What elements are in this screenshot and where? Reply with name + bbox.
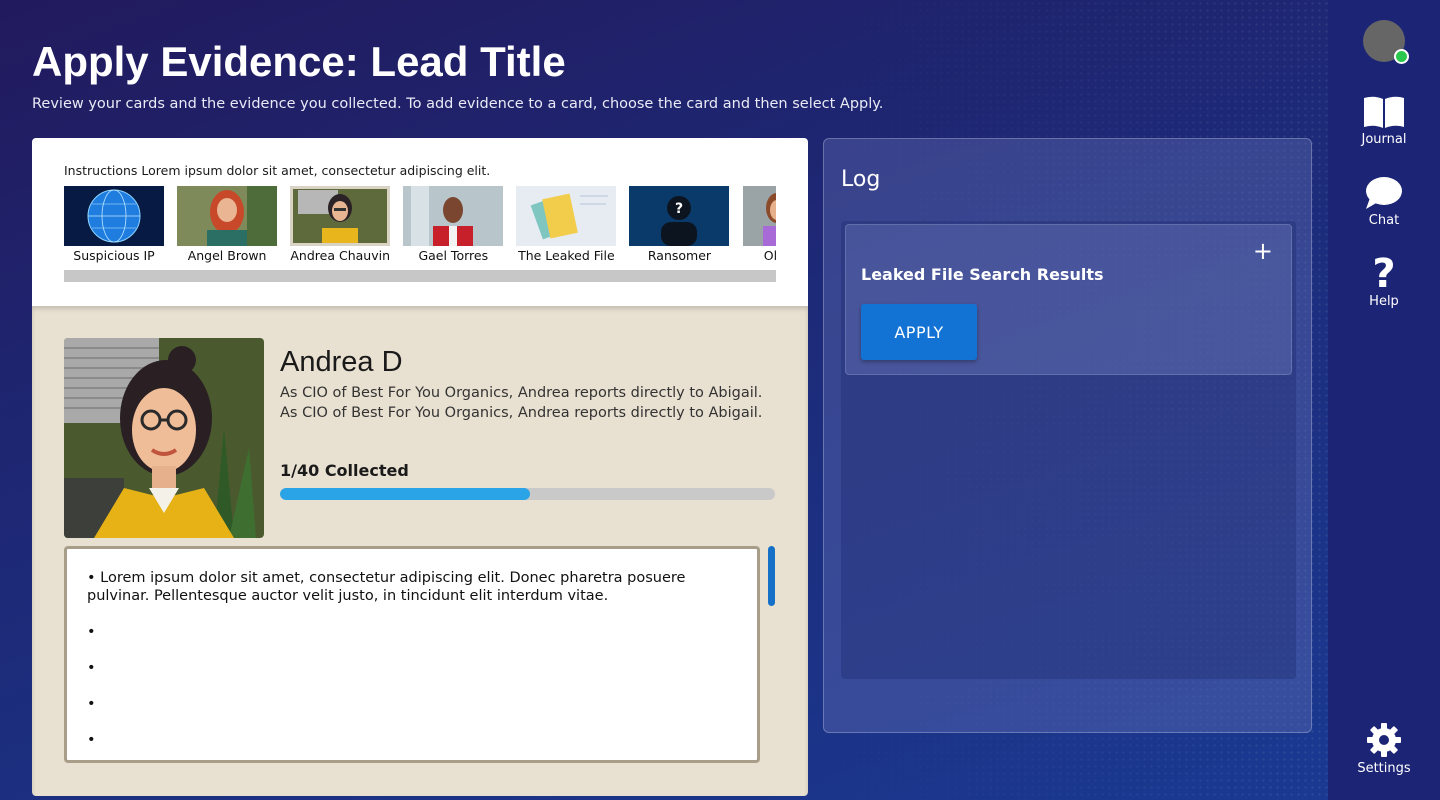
card-label: Ransomer — [647, 248, 712, 263]
card-ransomer[interactable]: ? Ransomer — [629, 186, 730, 263]
card-gael-torres[interactable]: Gael Torres — [403, 186, 504, 263]
log-entry-title: Leaked File Search Results — [861, 265, 1104, 284]
gear-icon — [1367, 723, 1401, 757]
card-andrea-chauvin[interactable]: Andrea Chauvin — [290, 186, 391, 263]
card-strip-scrollbar[interactable] — [64, 270, 776, 282]
card-thumbnail-globe — [64, 186, 164, 246]
svg-text:?: ? — [1372, 253, 1395, 291]
card-thumbnail-person — [177, 186, 278, 246]
log-entry: + Leaked File Search Results APPLY — [845, 224, 1292, 375]
card-label: Andrea Chauvin — [290, 248, 390, 263]
card-the-leaked-file[interactable]: The Leaked File — [516, 186, 617, 263]
sidebar-label: Help — [1369, 294, 1399, 309]
sidebar-label: Settings — [1357, 761, 1411, 776]
book-icon — [1364, 96, 1404, 128]
sidebar-item-chat[interactable]: Chat — [1328, 176, 1440, 228]
sidebar-label: Journal — [1361, 132, 1407, 147]
card-thumbnail-person — [742, 186, 776, 246]
page-title: Apply Evidence: Lead Title — [32, 38, 566, 85]
main-area: Apply Evidence: Lead Title Review your c… — [0, 0, 1328, 800]
person-description: As CIO of Best For You Organics, Andrea … — [280, 385, 763, 421]
card-picker-panel: Instructions Lorem ipsum dolor sit amet,… — [32, 138, 808, 306]
card-label: Suspicious IP — [73, 248, 155, 263]
evidence-notes[interactable]: • Lorem ipsum dolor sit amet, consectetu… — [64, 546, 760, 763]
page-subtitle: Review your cards and the evidence you c… — [32, 96, 884, 112]
note-item: • — [87, 660, 96, 676]
collection-progress-bar — [280, 488, 775, 500]
online-status-dot — [1394, 49, 1409, 64]
card-thumbnail-person — [403, 186, 504, 246]
notes-scrollbar[interactable] — [768, 546, 775, 606]
card-label: The Leaked File — [518, 248, 615, 263]
avatar[interactable] — [1363, 20, 1409, 64]
chat-bubble-icon — [1366, 177, 1402, 209]
sidebar-item-help[interactable]: ? Help — [1328, 253, 1440, 309]
card-olivia-jac[interactable]: Olivia Jac — [742, 186, 776, 263]
log-panel: Log + Leaked File Search Results APPLY — [823, 138, 1312, 733]
card-detail-panel: Andrea D As CIO of Best For You Organics… — [32, 306, 808, 796]
apply-button[interactable]: APPLY — [861, 304, 977, 360]
person-portrait — [64, 338, 264, 538]
svg-text:?: ? — [675, 201, 683, 217]
note-item: • — [87, 732, 96, 748]
card-label: Olivia Jac — [763, 248, 776, 263]
card-label: Gael Torres — [418, 248, 489, 263]
sidebar-label: Chat — [1368, 213, 1400, 228]
card-angel-brown[interactable]: Angel Brown — [177, 186, 278, 263]
log-list: + Leaked File Search Results APPLY — [841, 221, 1296, 679]
card-thumbnail-person — [290, 186, 391, 246]
log-title: Log — [841, 167, 881, 192]
right-sidebar: Journal Chat ? Help Settings — [1328, 0, 1440, 800]
collection-progress-fill — [280, 488, 530, 500]
card-strip: Suspicious IP Angel Brown Andrea Chauvin… — [64, 186, 776, 266]
note-item: • — [87, 696, 96, 712]
note-item: • Lorem ipsum dolor sit amet, consectetu… — [87, 570, 686, 604]
card-suspicious-ip[interactable]: Suspicious IP — [64, 186, 164, 263]
person-name: Andrea D — [280, 346, 403, 378]
sidebar-item-journal[interactable]: Journal — [1328, 95, 1440, 147]
sidebar-item-settings[interactable]: Settings — [1328, 722, 1440, 776]
card-thumbnail-files — [516, 186, 617, 246]
card-thumbnail-silhouette: ? — [629, 186, 730, 246]
card-instructions: Instructions Lorem ipsum dolor sit amet,… — [64, 163, 491, 178]
note-item: • — [87, 624, 96, 640]
question-mark-icon: ? — [1372, 253, 1395, 291]
expand-plus-icon[interactable]: + — [1253, 239, 1273, 263]
collected-count: 1/40 Collected — [280, 461, 409, 480]
card-label: Angel Brown — [187, 248, 267, 263]
